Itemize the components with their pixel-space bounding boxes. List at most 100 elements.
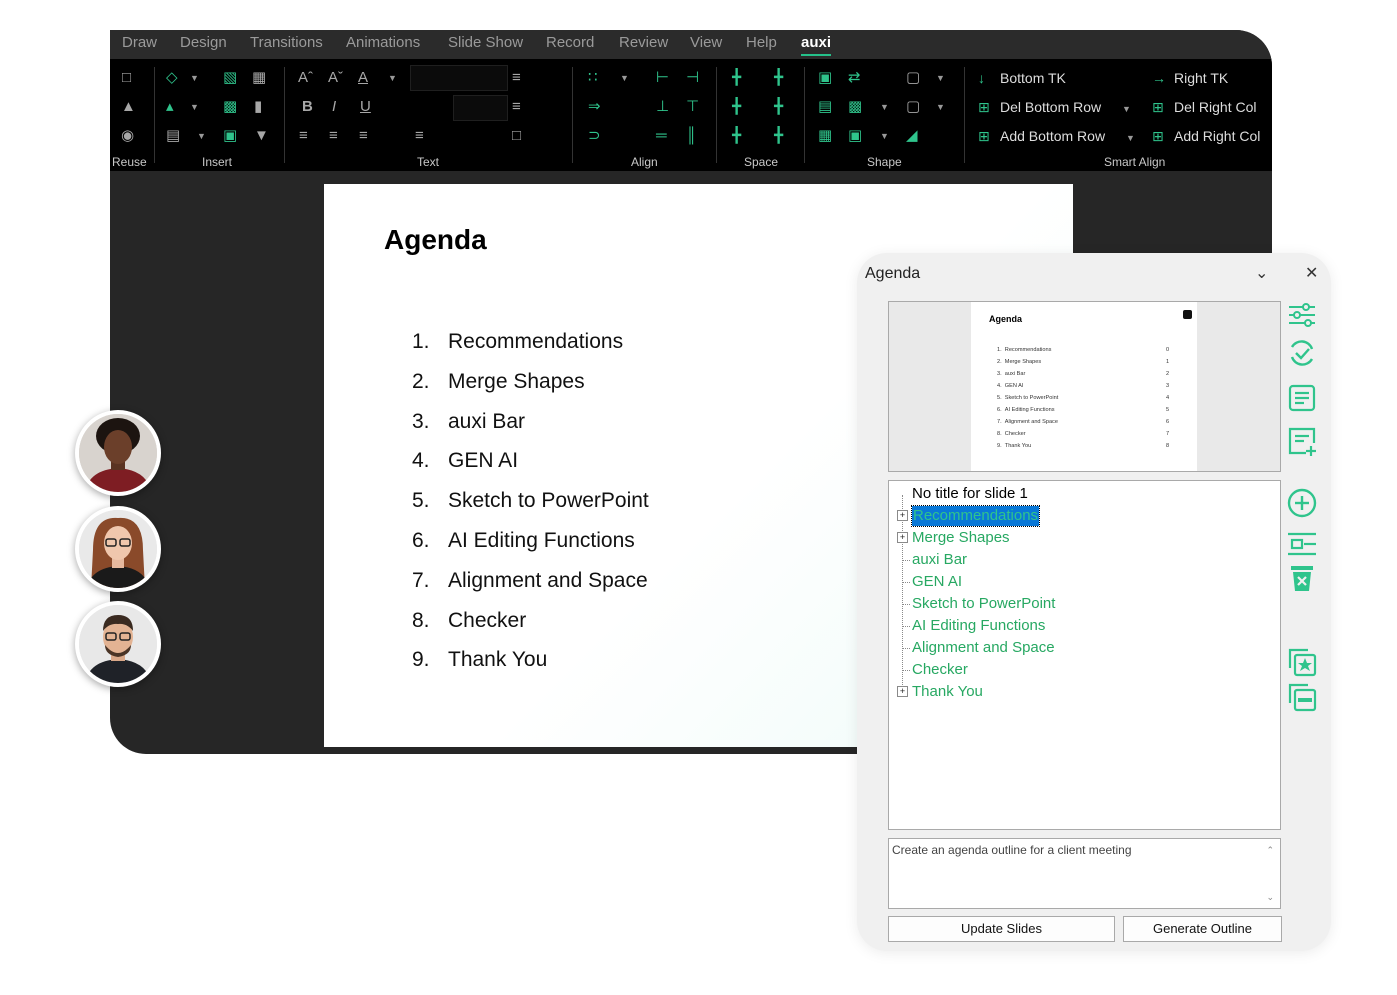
tree-node[interactable]: Checker: [912, 660, 968, 680]
numbering-icon[interactable]: ≡: [512, 98, 521, 116]
chevron-down-icon[interactable]: ▼: [388, 73, 397, 83]
calendar-icon[interactable]: ▦: [252, 69, 266, 87]
tab-record[interactable]: Record: [546, 34, 594, 51]
align-left-icon[interactable]: ≡: [299, 127, 308, 145]
star-copy-icon[interactable]: [1286, 646, 1318, 678]
space-horizontal-icon[interactable]: ╋: [732, 69, 741, 87]
collapse-icon[interactable]: [1286, 681, 1318, 713]
match-size-icon[interactable]: ▤: [818, 98, 832, 116]
outline-tree[interactable]: No title for slide 1 + Recommendations +…: [888, 480, 1281, 830]
delete-icon[interactable]: [1286, 562, 1318, 594]
expand-icon[interactable]: +: [897, 510, 908, 521]
align-right-edges-icon[interactable]: ⊣: [686, 69, 699, 87]
shapes-icon[interactable]: ◇: [166, 69, 178, 87]
tab-review[interactable]: Review: [619, 34, 668, 51]
add-circle-icon[interactable]: [1286, 487, 1318, 519]
chevron-down-icon[interactable]: ▼: [190, 73, 199, 83]
del-right-col-button[interactable]: ⊞ Del Right Col: [1152, 99, 1256, 116]
zero-space-v-icon[interactable]: ╋: [774, 127, 783, 145]
chevron-down-icon[interactable]: ▼: [880, 131, 889, 141]
expand-icon[interactable]: +: [897, 532, 908, 543]
italic-button[interactable]: I: [332, 98, 336, 116]
bookmark-icon[interactable]: ▮: [254, 98, 262, 116]
space-vertical-icon[interactable]: ╋: [774, 69, 783, 87]
font-color-icon[interactable]: A: [358, 69, 368, 87]
chevron-down-icon[interactable]: ▼: [1126, 133, 1135, 143]
align-middle-icon[interactable]: ═: [656, 127, 667, 145]
scroll-down-icon[interactable]: ⌄: [1266, 892, 1274, 903]
tree-node[interactable]: Alignment and Space: [912, 638, 1055, 658]
tab-design[interactable]: Design: [180, 34, 227, 51]
font-family-select[interactable]: [410, 65, 508, 91]
tree-node[interactable]: Merge Shapes: [912, 528, 1010, 548]
update-slides-button[interactable]: Update Slides: [888, 916, 1115, 942]
align-top-icon[interactable]: ⊤: [686, 98, 699, 116]
chevron-down-icon[interactable]: ▼: [197, 131, 206, 141]
align-right-icon[interactable]: ≡: [359, 127, 368, 145]
settings-sliders-icon[interactable]: [1286, 299, 1318, 331]
add-right-col-button[interactable]: ⊞ Add Right Col: [1152, 128, 1260, 145]
bottom-tk-button[interactable]: ↓ Bottom TK: [978, 70, 1066, 86]
refresh-check-icon[interactable]: [1286, 337, 1318, 369]
fit-icon[interactable]: ▣: [848, 127, 862, 145]
frame-icon[interactable]: ▣: [223, 127, 237, 145]
tree-node[interactable]: AI Editing Functions: [912, 616, 1045, 636]
align-center-icon[interactable]: ≡: [329, 127, 338, 145]
bullets-icon[interactable]: ≡: [512, 69, 521, 87]
align-bottom-icon[interactable]: ⊥: [656, 98, 669, 116]
flow-icon[interactable]: ⊃: [588, 127, 601, 145]
shrink-font-icon[interactable]: Aˇ: [328, 69, 343, 87]
expand-icon[interactable]: +: [897, 686, 908, 697]
underline-button[interactable]: U: [360, 98, 371, 116]
outline-list-icon[interactable]: [1286, 382, 1318, 414]
tree-node[interactable]: auxi Bar: [912, 550, 967, 570]
bookmark-icon[interactable]: □: [122, 69, 131, 87]
distribute-icon[interactable]: ∷: [588, 69, 598, 87]
add-bottom-row-button[interactable]: ⊞ Add Bottom Row: [978, 128, 1105, 145]
font-size-select[interactable]: [453, 95, 508, 121]
tab-slide-show[interactable]: Slide Show: [448, 34, 523, 51]
tab-draw[interactable]: Draw: [122, 34, 157, 51]
bold-button[interactable]: B: [302, 98, 313, 116]
justify-icon[interactable]: ≡: [415, 127, 424, 145]
resize-icon[interactable]: ◢: [906, 127, 918, 145]
grid-icon[interactable]: ▩: [223, 98, 237, 116]
tab-view[interactable]: View: [690, 34, 722, 51]
right-tk-button[interactable]: → Right TK: [1152, 70, 1228, 86]
prompt-textarea[interactable]: Create an agenda outline for a client me…: [888, 838, 1281, 909]
equal-width-icon[interactable]: ╋: [732, 98, 741, 116]
zero-space-h-icon[interactable]: ╋: [732, 127, 741, 145]
tab-animations[interactable]: Animations: [346, 34, 420, 51]
image-icon[interactable]: ▴: [166, 98, 174, 116]
add-list-icon[interactable]: [1286, 425, 1318, 457]
tree-root[interactable]: No title for slide 1: [912, 484, 1028, 504]
stamp-icon[interactable]: ▼: [254, 127, 269, 145]
chevron-down-icon[interactable]: ⌄: [1255, 263, 1268, 283]
chevron-down-icon[interactable]: ▼: [620, 73, 629, 83]
connect-icon[interactable]: ⇒: [588, 98, 601, 116]
chevron-down-icon[interactable]: ▼: [880, 102, 889, 112]
align-left-edges-icon[interactable]: ⊢: [656, 69, 669, 87]
library-icon[interactable]: ◉: [121, 127, 134, 145]
tree-node[interactable]: Thank You: [912, 682, 983, 702]
swap-icon[interactable]: ⇄: [848, 69, 861, 87]
tree-node[interactable]: Recommendations: [910, 505, 1041, 527]
scroll-up-icon[interactable]: ⌃: [1266, 845, 1274, 856]
insert-row-icon[interactable]: [1286, 528, 1318, 560]
group-icon[interactable]: ▢: [906, 69, 920, 87]
text-box-icon[interactable]: □: [512, 127, 521, 145]
tab-help[interactable]: Help: [746, 34, 777, 51]
chevron-down-icon[interactable]: ▼: [190, 102, 199, 112]
agenda-list[interactable]: 1. Recommendations 2. Merge Shapes 3. auxi …: [412, 330, 649, 688]
tab-auxi[interactable]: auxi: [801, 34, 832, 56]
upload-icon[interactable]: ▲: [121, 98, 136, 116]
tree-node[interactable]: GEN AI: [912, 572, 962, 592]
chart-icon[interactable]: ▧: [223, 69, 237, 87]
grow-font-icon[interactable]: Aˆ: [298, 69, 313, 87]
tree-node[interactable]: Sketch to PowerPoint: [912, 594, 1055, 614]
tab-transitions[interactable]: Transitions: [250, 34, 323, 51]
table-icon[interactable]: ▤: [166, 127, 180, 145]
chevron-down-icon[interactable]: ▼: [936, 102, 945, 112]
equal-height-icon[interactable]: ╋: [774, 98, 783, 116]
close-icon[interactable]: ✕: [1305, 263, 1318, 283]
